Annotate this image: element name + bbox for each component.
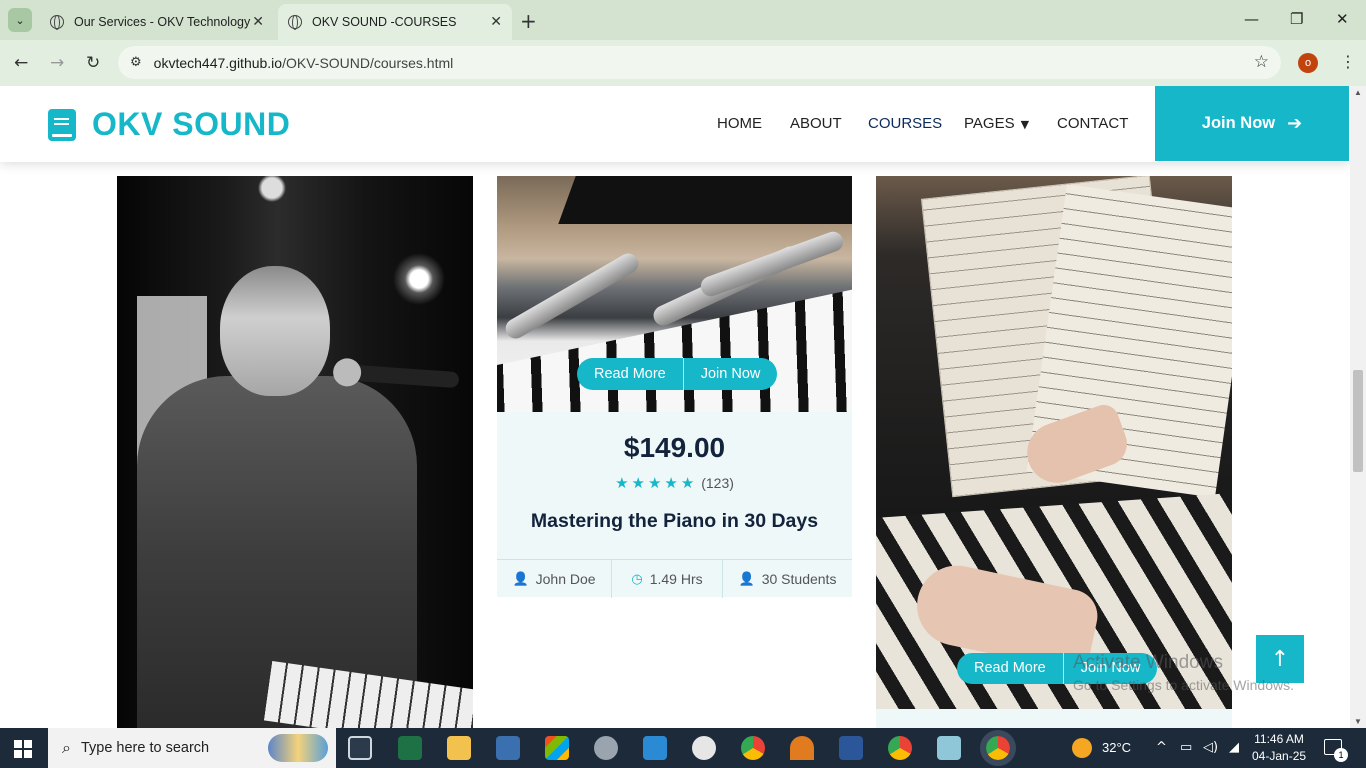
temperature-text[interactable]: 32°C: [1102, 740, 1131, 755]
weather-icon[interactable]: [1072, 738, 1092, 758]
rating-count: (123): [701, 475, 734, 491]
read-more-button[interactable]: Read More: [957, 653, 1063, 684]
nav-contact[interactable]: CONTACT: [1057, 115, 1128, 132]
settings-gear-icon[interactable]: [594, 736, 618, 760]
scroll-up-icon[interactable]: ▲: [1354, 88, 1362, 97]
singer-photo: [117, 176, 473, 728]
page-viewport: OKV SOUND HOME ABOUT COURSES PAGES ▼ CONT…: [0, 86, 1350, 728]
clock-icon: ◷: [631, 571, 643, 587]
new-tab-icon[interactable]: +: [520, 9, 537, 33]
notepad-icon[interactable]: [937, 736, 961, 760]
close-tab-icon[interactable]: ✕: [252, 14, 264, 30]
book-icon: [48, 108, 76, 141]
profile-avatar[interactable]: o: [1298, 53, 1318, 73]
vscode-icon[interactable]: [643, 736, 667, 760]
back-icon[interactable]: ←: [14, 53, 28, 73]
close-window-icon[interactable]: ✕: [1336, 10, 1349, 28]
tab-title: OKV SOUND -COURSES: [312, 15, 457, 29]
page-scrollbar[interactable]: ▲ ▼: [1350, 86, 1366, 728]
app-sunrise-icon[interactable]: [790, 736, 814, 760]
bookmark-star-icon[interactable]: ☆: [1254, 52, 1269, 72]
user-icon: 👤: [512, 571, 529, 587]
piano-sheet-photo: Read More Join Now: [876, 176, 1232, 709]
microsoft-store-icon[interactable]: [545, 736, 569, 760]
course-duration: ◷ 1.49 Hrs: [612, 560, 723, 598]
excel-icon[interactable]: [398, 736, 422, 760]
course-card-right-body: [876, 709, 1232, 728]
photos-app-icon[interactable]: [496, 736, 520, 760]
search-icon: ⌕: [62, 738, 71, 757]
taskbar-search[interactable]: ⌕ Type here to search: [48, 728, 336, 768]
course-instructor: 👤 John Doe: [497, 560, 612, 598]
taskbar-search-placeholder: Type here to search: [80, 740, 210, 756]
chevron-down-icon: ▼: [1020, 118, 1030, 131]
course-rating: ★★★★★ (123): [497, 474, 852, 492]
site-logo[interactable]: OKV SOUND: [48, 106, 290, 143]
url-text: okvtech447.github.io/OKV-SOUND/courses.h…: [153, 54, 454, 71]
course-actions: Read More Join Now: [577, 358, 778, 390]
reload-icon[interactable]: ↻: [86, 53, 100, 73]
course-students: 👤 30 Students: [738, 571, 837, 587]
activate-windows-watermark: Activate Windows Go to Settings to activ…: [1073, 652, 1294, 693]
course-title[interactable]: Mastering the Piano in 30 Days: [497, 510, 852, 533]
course-price: $149.00: [623, 432, 726, 463]
file-explorer-icon[interactable]: [447, 736, 471, 760]
user-icon: 👤: [738, 571, 755, 587]
join-now-button[interactable]: Join Now ➔: [1155, 86, 1349, 161]
address-bar-row: ← → ↻ ⚙ okvtech447.github.io/OKV-SOUND/c…: [0, 40, 1366, 86]
read-more-button[interactable]: Read More: [577, 358, 683, 390]
more-menu-icon[interactable]: ⋮: [1340, 52, 1356, 71]
volume-icon[interactable]: ◁): [1203, 740, 1218, 755]
tab-okv-sound-courses[interactable]: OKV SOUND -COURSES ✕: [278, 4, 512, 40]
globe-icon: [288, 15, 302, 30]
star-rating-icon: ★★★★★: [615, 474, 698, 492]
battery-icon[interactable]: ▭: [1180, 740, 1192, 755]
chrome-profile-icon[interactable]: [888, 736, 912, 760]
scrollbar-thumb[interactable]: [1353, 370, 1363, 472]
tab-title: Our Services - OKV Technology: [74, 15, 251, 29]
browser-tab-bar: ⌄ Our Services - OKV Technology ✕ OKV SO…: [0, 0, 1366, 40]
close-tab-icon[interactable]: ✕: [490, 14, 502, 30]
chrome-active-icon[interactable]: [980, 730, 1016, 766]
windows-start-icon[interactable]: [14, 740, 32, 758]
nav-pages[interactable]: PAGES ▼: [964, 115, 1029, 132]
tab-our-services[interactable]: Our Services - OKV Technology ✕: [40, 4, 274, 40]
system-clock[interactable]: 11:46 AM 04-Jan-25: [1252, 731, 1306, 765]
url-input[interactable]: ⚙ okvtech447.github.io/OKV-SOUND/courses…: [118, 46, 1281, 79]
nav-courses[interactable]: COURSES: [868, 115, 942, 132]
notification-badge: 1: [1334, 748, 1348, 762]
course-card: Read More Join Now $149.00 ★★★★★ (123) M…: [497, 176, 852, 598]
join-now-card-button[interactable]: Join Now: [684, 358, 778, 390]
wifi-icon[interactable]: ◢: [1229, 740, 1239, 755]
search-highlight-image: [268, 734, 328, 762]
globe-icon: [50, 15, 64, 30]
word-icon[interactable]: [839, 736, 863, 760]
arrow-right-icon: ➔: [1287, 113, 1303, 134]
show-hidden-icons-icon[interactable]: ^: [1156, 740, 1167, 755]
brand-name: OKV SOUND: [92, 106, 291, 142]
nav-about[interactable]: ABOUT: [790, 115, 842, 132]
obs-icon[interactable]: [692, 736, 716, 760]
forward-icon[interactable]: →: [50, 53, 64, 73]
scroll-down-icon[interactable]: ▼: [1354, 717, 1362, 726]
minimize-icon[interactable]: —: [1244, 10, 1259, 28]
chrome-icon[interactable]: [741, 736, 765, 760]
task-view-icon[interactable]: [348, 736, 372, 760]
site-navbar: OKV SOUND HOME ABOUT COURSES PAGES ▼ CONT…: [0, 86, 1350, 162]
tab-search-button[interactable]: ⌄: [8, 8, 32, 32]
site-info-icon[interactable]: ⚙: [130, 55, 142, 70]
course-meta: 👤 John Doe ◷ 1.49 Hrs 👤 30 Students: [497, 559, 852, 598]
windows-taskbar: ⌕ Type here to search 32°C ^ ▭ ◁) ◢ 11:4…: [0, 728, 1366, 768]
restore-icon[interactable]: ❐: [1290, 10, 1303, 28]
nav-home[interactable]: HOME: [717, 115, 762, 132]
